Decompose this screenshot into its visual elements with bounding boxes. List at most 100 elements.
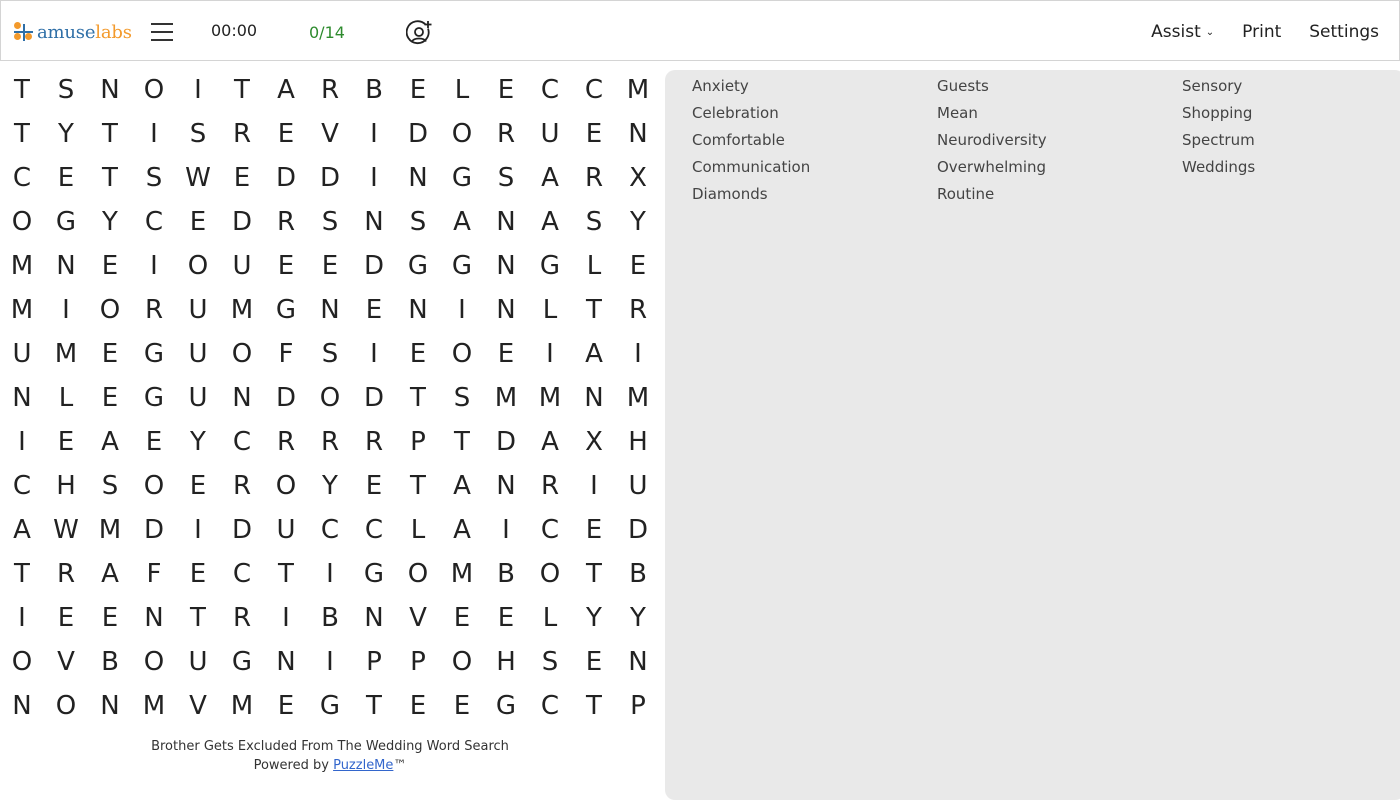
grid-cell[interactable]: E (616, 244, 660, 288)
grid-cell[interactable]: B (308, 596, 352, 640)
grid-cell[interactable]: A (572, 332, 616, 376)
grid-cell[interactable]: D (616, 508, 660, 552)
print-button[interactable]: Print (1242, 22, 1281, 42)
grid-cell[interactable]: E (176, 200, 220, 244)
grid-cell[interactable]: L (528, 288, 572, 332)
grid-cell[interactable]: E (44, 420, 88, 464)
grid-cell[interactable]: I (528, 332, 572, 376)
grid-cell[interactable]: E (484, 332, 528, 376)
grid-cell[interactable]: A (528, 200, 572, 244)
grid-cell[interactable]: E (220, 156, 264, 200)
grid-cell[interactable]: E (88, 376, 132, 420)
grid-cell[interactable]: I (264, 596, 308, 640)
grid-cell[interactable]: V (308, 112, 352, 156)
grid-cell[interactable]: D (220, 200, 264, 244)
grid-cell[interactable]: E (572, 508, 616, 552)
grid-cell[interactable]: W (44, 508, 88, 552)
grid-cell[interactable]: S (44, 68, 88, 112)
grid-cell[interactable]: O (132, 464, 176, 508)
grid-cell[interactable]: U (176, 640, 220, 684)
grid-cell[interactable]: F (264, 332, 308, 376)
grid-cell[interactable]: D (396, 112, 440, 156)
grid-cell[interactable]: R (132, 288, 176, 332)
hamburger-menu-icon[interactable] (151, 23, 173, 43)
grid-cell[interactable]: M (484, 376, 528, 420)
grid-cell[interactable]: I (308, 552, 352, 596)
grid-cell[interactable]: T (572, 684, 616, 728)
grid-cell[interactable]: B (616, 552, 660, 596)
grid-cell[interactable]: T (0, 68, 44, 112)
grid-cell[interactable]: I (176, 68, 220, 112)
grid-cell[interactable]: T (0, 112, 44, 156)
grid-cell[interactable]: M (0, 288, 44, 332)
grid-cell[interactable]: A (264, 68, 308, 112)
grid-cell[interactable]: B (352, 68, 396, 112)
grid-cell[interactable]: X (572, 420, 616, 464)
grid-cell[interactable]: G (264, 288, 308, 332)
grid-cell[interactable]: D (220, 508, 264, 552)
grid-cell[interactable]: S (528, 640, 572, 684)
add-user-icon[interactable] (405, 20, 434, 48)
grid-cell[interactable]: R (308, 420, 352, 464)
grid-cell[interactable]: N (352, 596, 396, 640)
grid-cell[interactable]: S (176, 112, 220, 156)
grid-cell[interactable]: N (396, 288, 440, 332)
grid-cell[interactable]: G (440, 244, 484, 288)
grid-cell[interactable]: U (220, 244, 264, 288)
grid-cell[interactable]: I (440, 288, 484, 332)
grid-cell[interactable]: E (44, 156, 88, 200)
grid-cell[interactable]: P (352, 640, 396, 684)
grid-cell[interactable]: N (44, 244, 88, 288)
grid-cell[interactable]: I (0, 596, 44, 640)
grid-cell[interactable]: C (132, 200, 176, 244)
grid-cell[interactable]: Y (88, 200, 132, 244)
grid-cell[interactable]: G (132, 376, 176, 420)
grid-cell[interactable]: E (264, 684, 308, 728)
grid-cell[interactable]: O (132, 68, 176, 112)
grid-cell[interactable]: I (352, 156, 396, 200)
grid-cell[interactable]: M (0, 244, 44, 288)
grid-cell[interactable]: B (88, 640, 132, 684)
grid-cell[interactable]: M (440, 552, 484, 596)
grid-cell[interactable]: M (132, 684, 176, 728)
grid-cell[interactable]: T (0, 552, 44, 596)
grid-cell[interactable]: N (616, 112, 660, 156)
grid-cell[interactable]: C (572, 68, 616, 112)
letter-grid[interactable]: TSNOITARBELECCMTYTISREVIDORUENCETSWEDDIN… (0, 68, 660, 728)
grid-cell[interactable]: G (308, 684, 352, 728)
amuselabs-logo[interactable]: amuselabs (14, 21, 132, 43)
grid-cell[interactable]: C (0, 156, 44, 200)
grid-cell[interactable]: T (440, 420, 484, 464)
grid-cell[interactable]: P (396, 420, 440, 464)
grid-cell[interactable]: T (572, 552, 616, 596)
grid-cell[interactable]: G (484, 684, 528, 728)
grid-cell[interactable]: G (44, 200, 88, 244)
grid-cell[interactable]: M (616, 68, 660, 112)
grid-cell[interactable]: N (264, 640, 308, 684)
grid-cell[interactable]: I (132, 244, 176, 288)
grid-cell[interactable]: S (308, 200, 352, 244)
grid-cell[interactable]: G (352, 552, 396, 596)
grid-cell[interactable]: H (44, 464, 88, 508)
grid-cell[interactable]: T (352, 684, 396, 728)
grid-cell[interactable]: Y (176, 420, 220, 464)
grid-cell[interactable]: X (616, 156, 660, 200)
grid-cell[interactable]: N (484, 200, 528, 244)
grid-cell[interactable]: G (220, 640, 264, 684)
grid-cell[interactable]: D (132, 508, 176, 552)
grid-cell[interactable]: E (176, 464, 220, 508)
grid-cell[interactable]: T (88, 156, 132, 200)
grid-cell[interactable]: S (308, 332, 352, 376)
grid-cell[interactable]: N (0, 684, 44, 728)
grid-cell[interactable]: N (352, 200, 396, 244)
grid-cell[interactable]: M (220, 288, 264, 332)
grid-cell[interactable]: E (484, 68, 528, 112)
grid-cell[interactable]: L (44, 376, 88, 420)
grid-cell[interactable]: L (572, 244, 616, 288)
grid-cell[interactable]: Y (572, 596, 616, 640)
grid-cell[interactable]: R (44, 552, 88, 596)
grid-cell[interactable]: M (44, 332, 88, 376)
grid-cell[interactable]: U (264, 508, 308, 552)
grid-cell[interactable]: O (440, 640, 484, 684)
grid-cell[interactable]: I (132, 112, 176, 156)
